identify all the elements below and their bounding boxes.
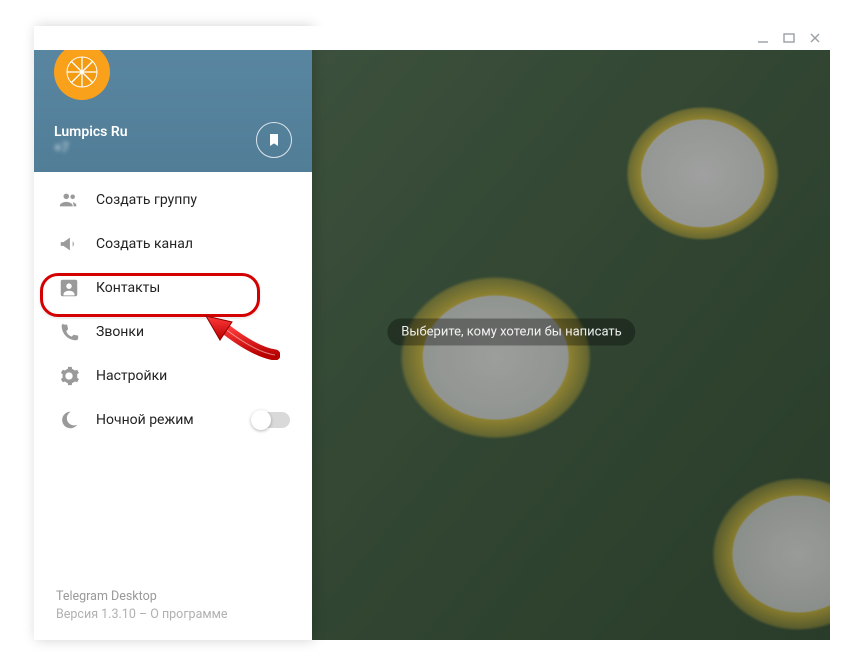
window-titlebar [34, 26, 830, 50]
empty-chat-hint: Выберите, кому хотели бы написать [387, 319, 635, 346]
menu-item-label: Создать канал [96, 236, 312, 252]
night-mode-toggle[interactable] [252, 412, 312, 428]
megaphone-icon [58, 233, 96, 255]
profile-name: Lumpics Ru [54, 124, 128, 141]
avatar[interactable] [54, 44, 110, 100]
sidebar-footer: Telegram Desktop Версия 1.3.10 – О прогр… [34, 589, 312, 640]
menu-item-label: Ночной режим [96, 412, 252, 428]
bookmark-icon [266, 132, 282, 148]
window-maximize-button[interactable] [780, 29, 798, 47]
menu-item-calls[interactable]: Звонки [34, 310, 312, 354]
window-minimize-button[interactable] [754, 29, 772, 47]
avatar-orange-icon [62, 52, 102, 92]
window-close-button[interactable] [806, 29, 824, 47]
gear-icon [58, 365, 96, 387]
menu-body: Создать группу Создать канал Контакты [34, 172, 312, 640]
contact-icon [58, 277, 96, 299]
menu-item-label: Звонки [96, 324, 312, 340]
menu-item-label: Контакты [96, 280, 312, 296]
moon-icon [58, 409, 96, 431]
menu-item-label: Создать группу [96, 192, 312, 208]
main-menu-sidebar: Lumpics Ru +7 Создать группу [34, 26, 312, 640]
phone-icon [58, 321, 96, 343]
menu-item-contacts[interactable]: Контакты [34, 266, 312, 310]
group-icon [58, 189, 96, 211]
app-version-label[interactable]: Версия 1.3.10 – О программе [56, 607, 290, 622]
app-name-label: Telegram Desktop [56, 589, 290, 604]
menu-item-label: Настройки [96, 368, 312, 384]
empty-chat-hint-text: Выберите, кому хотели бы написать [387, 319, 635, 346]
profile-info: Lumpics Ru +7 [54, 124, 128, 156]
menu-item-settings[interactable]: Настройки [34, 354, 312, 398]
menu-list: Создать группу Создать канал Контакты [34, 178, 312, 442]
profile-phone: +7 [54, 141, 128, 156]
app-window: Выберите, кому хотели бы написать [0, 0, 864, 664]
menu-item-new-group[interactable]: Создать группу [34, 178, 312, 222]
menu-item-new-channel[interactable]: Создать канал [34, 222, 312, 266]
toggle-switch [252, 412, 290, 428]
saved-messages-button[interactable] [256, 122, 292, 158]
menu-item-night-mode[interactable]: Ночной режим [34, 398, 312, 442]
